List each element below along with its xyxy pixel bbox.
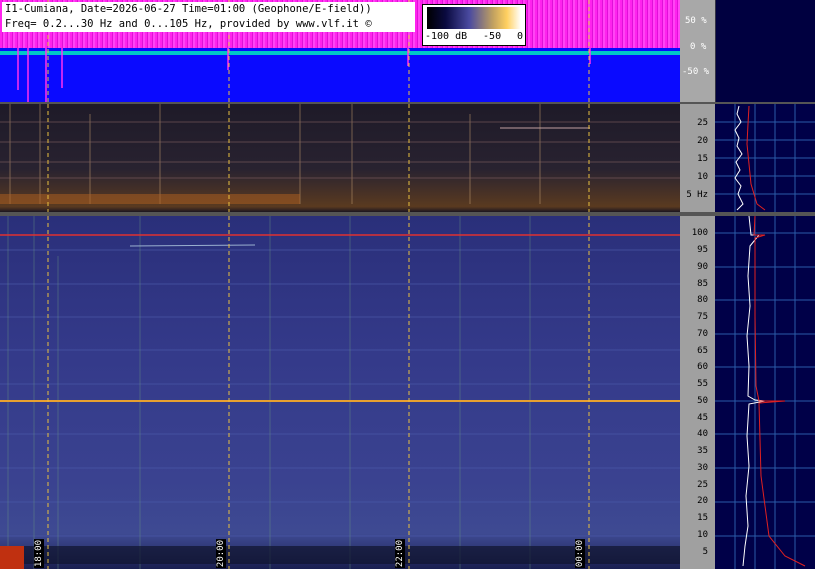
freq-tick: 70 <box>697 329 708 339</box>
freq-tick: 30 <box>697 463 708 473</box>
amplitude-side-panel <box>715 0 815 102</box>
freq-tick: 90 <box>697 262 708 272</box>
freq-tick: 85 <box>697 279 708 289</box>
freq-tick: 5 <box>702 547 708 557</box>
freq-tick: 45 <box>697 413 708 423</box>
freq-tick: 15 <box>697 513 708 523</box>
amplitude-axis: 50 % 0 % -50 % <box>680 0 715 102</box>
freq-tick: 60 <box>697 362 708 372</box>
freq-tick: 20 <box>697 136 708 146</box>
freq-tick: 100 <box>691 228 708 238</box>
freq-tick: 10 <box>697 530 708 540</box>
freq-tick: 50 <box>697 396 708 406</box>
high-freq-profile <box>715 216 815 569</box>
freq-tick: 65 <box>697 346 708 356</box>
low-freq-profile <box>715 104 815 212</box>
pct-label: 50 % <box>685 16 707 26</box>
freq-tick: 25 <box>697 118 708 128</box>
freq-tick: 20 <box>697 496 708 506</box>
legend-colorbar <box>427 7 521 29</box>
pct-label: 0 % <box>690 42 707 52</box>
legend-low-label: -100 dB <box>425 31 468 42</box>
amplitude-panel: I1-Cumiana, Date=2026-06-27 Time=01:00 (… <box>0 0 680 102</box>
time-label: 20:00 <box>216 539 226 569</box>
time-label: 18:00 <box>34 539 44 569</box>
freq-tick: 75 <box>697 312 708 322</box>
legend-high-label: 0 <box>516 31 523 42</box>
color-legend: -100 dB -50 0 <box>422 4 526 46</box>
high-freq-spectrogram: 18:00 20:00 22:00 00:00 <box>0 216 680 569</box>
legend-mid-label: -50 <box>483 31 502 42</box>
freq-tick: 15 <box>697 154 708 164</box>
freq-tick: 95 <box>697 245 708 255</box>
freq-tick: 25 <box>697 480 708 490</box>
time-label: 00:00 <box>575 539 585 569</box>
time-label: 22:00 <box>395 539 405 569</box>
freq-tick: 40 <box>697 429 708 439</box>
freq-tick: 55 <box>697 379 708 389</box>
freq-tick: 5 Hz <box>686 190 708 200</box>
high-freq-axis: 100 95 90 85 80 75 70 65 60 55 50 45 40 … <box>680 216 715 569</box>
low-freq-spectrogram <box>0 104 680 212</box>
chart-title: I1-Cumiana, Date=2026-06-27 Time=01:00 (… <box>2 2 415 32</box>
freq-tick: 10 <box>697 172 708 182</box>
low-freq-axis: 25 20 15 10 5 Hz <box>680 104 715 212</box>
freq-tick: 35 <box>697 446 708 456</box>
pct-label: -50 % <box>682 67 710 77</box>
freq-tick: 80 <box>697 295 708 305</box>
